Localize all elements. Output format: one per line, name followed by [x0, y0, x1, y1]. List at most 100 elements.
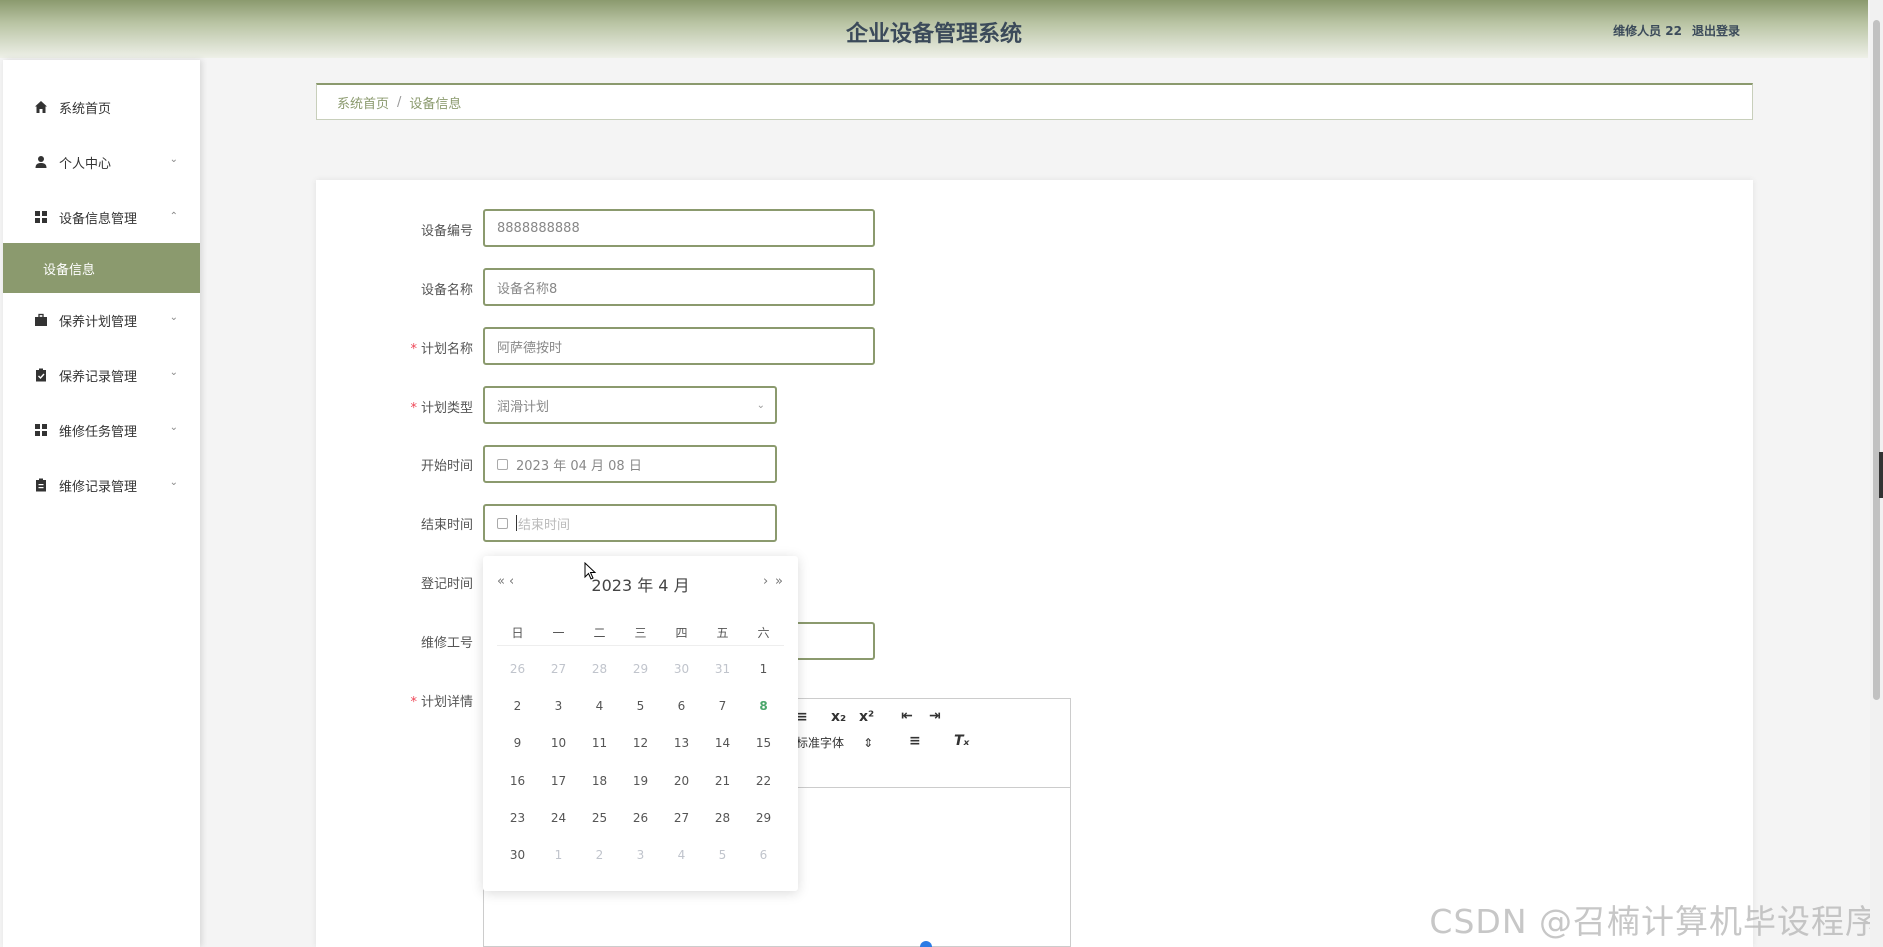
superscript-icon[interactable]: x² [859, 709, 874, 725]
date-cell[interactable]: 21 [702, 762, 743, 799]
align-icon[interactable]: ≡ [909, 733, 921, 749]
breadcrumb-current: 设备信息 [409, 96, 462, 112]
date-cell[interactable]: 27 [661, 799, 702, 836]
calendar-icon [497, 458, 508, 470]
clipboard-icon [33, 477, 49, 493]
page-scrollbar[interactable] [1870, 0, 1883, 947]
font-select[interactable]: 标准字体 ⇕ [796, 734, 873, 751]
date-cell[interactable]: 15 [743, 725, 784, 762]
scrollbar-thumb[interactable] [1873, 20, 1880, 700]
date-cell[interactable]: 12 [620, 725, 661, 762]
date-cell[interactable]: 26 [497, 650, 538, 687]
weekday-label: 四 [675, 626, 688, 640]
user-icon [33, 154, 49, 170]
device-no-value: 8888888888 [497, 220, 580, 236]
sidebar-subitem-label: 设备信息 [43, 262, 96, 278]
date-cell[interactable]: 26 [620, 799, 661, 836]
date-cell[interactable]: 5 [702, 836, 743, 873]
device-no-label: 设备编号 [420, 224, 473, 239]
sidebar-item-device-management[interactable]: 设备信息管理 ⌃ [3, 195, 200, 239]
date-cell[interactable]: 29 [620, 650, 661, 687]
sidebar-subitem-device-info[interactable]: 设备信息 [3, 243, 200, 293]
subscript-icon[interactable]: x₂ [831, 709, 846, 725]
reg-time-label: 登记时间 [420, 577, 473, 592]
date-cell[interactable]: 22 [743, 762, 784, 799]
date-cell[interactable]: 18 [579, 762, 620, 799]
scroll-indicator [1879, 452, 1883, 498]
indent-icon[interactable]: ⇥ [929, 708, 941, 724]
plan-type-value: 润滑计划 [497, 399, 550, 415]
next-month-button[interactable]: › [763, 574, 768, 589]
start-time-input[interactable]: 2023 年 04 月 08 日 [483, 445, 777, 483]
top-header: 企业设备管理系统 维修人员 22 退出登录 [0, 0, 1868, 58]
date-cell[interactable]: 10 [538, 725, 579, 762]
date-cell[interactable]: 30 [661, 650, 702, 687]
date-cell[interactable]: 3 [538, 687, 579, 724]
date-cell[interactable]: 20 [661, 762, 702, 799]
date-cell[interactable]: 28 [579, 650, 620, 687]
sidebar-item-label: 保养记录管理 [59, 369, 138, 385]
plan-name-input[interactable]: 阿萨德按时 [483, 327, 875, 365]
app-title: 企业设备管理系统 [845, 22, 1022, 47]
text-cursor [516, 515, 517, 531]
date-cell[interactable]: 7 [702, 687, 743, 724]
date-cell[interactable]: 11 [579, 725, 620, 762]
date-cell[interactable]: 5 [620, 687, 661, 724]
date-grid: 26 27 28 29 30 31 1 2 3 4 5 6 7 8 9 10 11 12 13 14 15 16 17 18 1… [497, 650, 784, 874]
date-cell[interactable]: 31 [702, 650, 743, 687]
date-cell[interactable]: 28 [702, 799, 743, 836]
date-cell[interactable]: 6 [743, 836, 784, 873]
plan-name-value: 阿萨德按时 [497, 340, 563, 356]
chevron-down-icon: ⌄ [756, 400, 765, 411]
sidebar-item-maintenance-record[interactable]: 保养记录管理 ⌄ [3, 353, 200, 397]
date-cell[interactable]: 13 [661, 725, 702, 762]
date-cell[interactable]: 16 [497, 762, 538, 799]
date-cell[interactable]: 25 [579, 799, 620, 836]
grid-icon [33, 422, 49, 438]
outdent-icon[interactable]: ⇤ [901, 708, 913, 724]
date-cell[interactable]: 27 [538, 650, 579, 687]
watermark: CSDN @召楠计算机毕设程序 [1429, 902, 1879, 941]
clear-format-icon[interactable]: Tₓ [954, 733, 969, 749]
sidebar-item-repair-task[interactable]: 维修任务管理 ⌄ [3, 408, 200, 452]
sidebar-item-label: 维修任务管理 [59, 424, 138, 440]
date-cell[interactable]: 4 [579, 687, 620, 724]
date-cell[interactable]: 30 [497, 836, 538, 873]
date-cell[interactable]: 24 [538, 799, 579, 836]
clipboard-check-icon [33, 367, 49, 383]
end-time-input[interactable]: 结束时间 [483, 504, 777, 542]
date-cell[interactable]: 1 [743, 650, 784, 687]
date-cell[interactable]: 6 [661, 687, 702, 724]
date-cell[interactable]: 2 [497, 687, 538, 724]
logout-link[interactable]: 退出登录 [1692, 22, 1740, 39]
calendar-icon [497, 517, 508, 529]
date-cell[interactable]: 8 [743, 687, 784, 724]
plan-type-select[interactable]: 润滑计划 ⌄ [483, 386, 777, 424]
date-cell[interactable]: 4 [661, 836, 702, 873]
date-cell[interactable]: 23 [497, 799, 538, 836]
sidebar-item-label: 保养计划管理 [59, 314, 138, 330]
sidebar-item-maintenance-plan[interactable]: 保养计划管理 ⌄ [3, 298, 200, 342]
date-cell[interactable]: 3 [620, 836, 661, 873]
breadcrumb-home[interactable]: 系统首页 [337, 93, 389, 112]
sidebar-item-label: 系统首页 [59, 101, 112, 117]
sidebar-item-profile[interactable]: 个人中心 ⌄ [3, 140, 200, 184]
date-cell[interactable]: 1 [538, 836, 579, 873]
date-cell[interactable]: 19 [620, 762, 661, 799]
sidebar-item-repair-record[interactable]: 维修记录管理 ⌄ [3, 463, 200, 507]
date-cell[interactable]: 9 [497, 725, 538, 762]
plan-name-label: * 计划名称 [410, 342, 473, 357]
sidebar-item-home[interactable]: 系统首页 [3, 85, 200, 129]
device-name-input[interactable]: 设备名称8 [483, 268, 875, 306]
date-cell[interactable]: 2 [579, 836, 620, 873]
date-picker-popup: « ‹ 2023 年 4 月 › » 日 一 二 三 四 五 六 26 27 28 2… [483, 556, 798, 891]
editor-handle[interactable] [920, 941, 932, 947]
next-year-button[interactable]: » [775, 574, 783, 589]
end-time-label: 结束时间 [420, 518, 473, 533]
device-no-input[interactable]: 8888888888 [483, 209, 875, 247]
date-cell[interactable]: 14 [702, 725, 743, 762]
date-cell[interactable]: 29 [743, 799, 784, 836]
date-cell[interactable]: 17 [538, 762, 579, 799]
worker-no-label: 维修工号 [420, 636, 473, 651]
weekday-label: 六 [757, 626, 770, 640]
